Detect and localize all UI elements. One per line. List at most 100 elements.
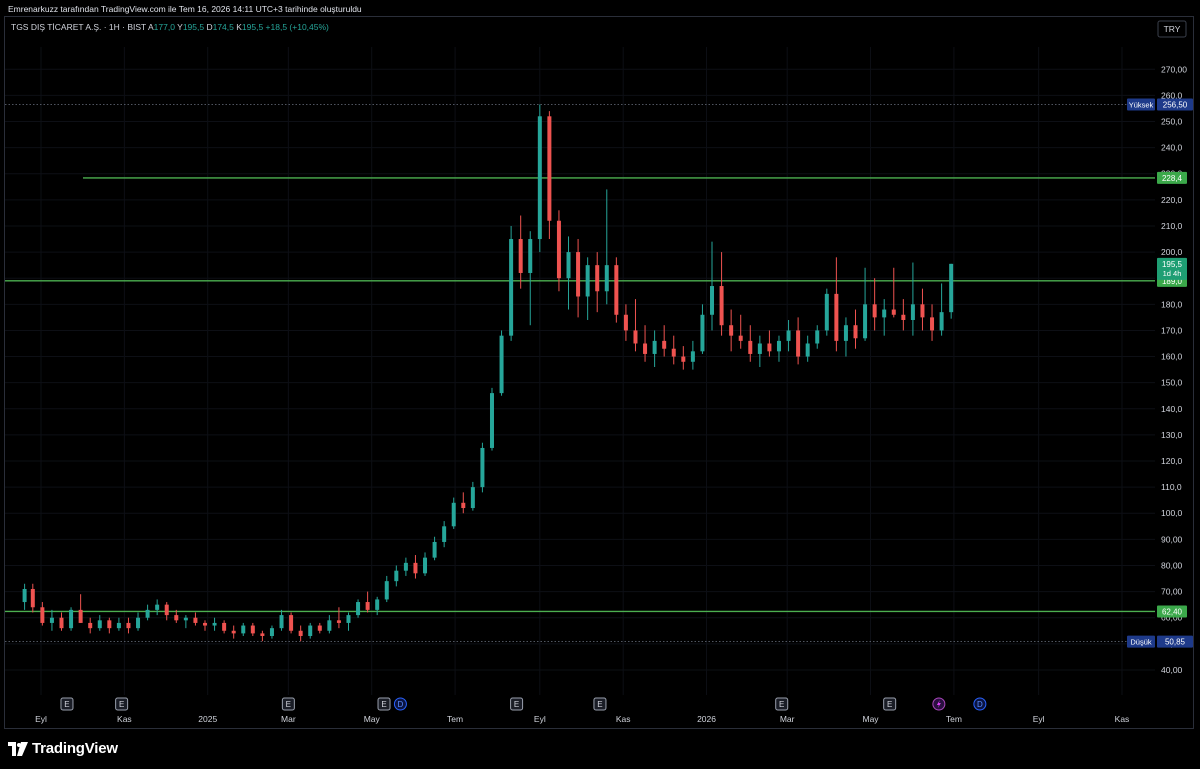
chart-panel[interactable]: 40,0050,0060,0070,0080,0090,00100,0110,0…: [4, 16, 1194, 729]
candle-down[interactable]: [748, 340, 753, 354]
candle-up[interactable]: [882, 309, 887, 318]
candle-up[interactable]: [183, 617, 188, 621]
candle-up[interactable]: [509, 239, 514, 336]
candle-down[interactable]: [595, 265, 600, 292]
candle-up[interactable]: [69, 609, 74, 629]
candle-up[interactable]: [403, 562, 408, 571]
candle-down[interactable]: [872, 304, 877, 318]
candle-down[interactable]: [834, 293, 839, 341]
candle-down[interactable]: [365, 602, 370, 610]
candle-up[interactable]: [432, 541, 437, 558]
candle-up[interactable]: [939, 312, 944, 331]
candle-up[interactable]: [22, 588, 27, 603]
candle-up[interactable]: [212, 622, 217, 626]
candle-down[interactable]: [662, 340, 667, 349]
candle-down[interactable]: [901, 314, 906, 320]
candle-down[interactable]: [222, 622, 227, 631]
candle-up[interactable]: [442, 526, 447, 542]
candle-down[interactable]: [681, 356, 686, 362]
candle-up[interactable]: [269, 628, 274, 636]
candle-up[interactable]: [499, 335, 504, 394]
candle-down[interactable]: [738, 335, 743, 341]
candle-down[interactable]: [298, 630, 303, 636]
candle-down[interactable]: [614, 265, 619, 315]
candle-up[interactable]: [537, 116, 542, 240]
candle-down[interactable]: [30, 588, 35, 608]
candle-up[interactable]: [145, 609, 150, 618]
candle-up[interactable]: [423, 557, 428, 574]
candle-down[interactable]: [796, 330, 801, 357]
candle-up[interactable]: [815, 330, 820, 344]
tradingview-logo[interactable]: TradingView: [8, 740, 118, 757]
candle-up[interactable]: [327, 620, 332, 631]
candle-up[interactable]: [786, 330, 791, 341]
candle-up[interactable]: [480, 447, 485, 488]
candle-down[interactable]: [88, 622, 93, 629]
candle-up[interactable]: [155, 604, 160, 610]
candle-down[interactable]: [633, 330, 638, 344]
candle-up[interactable]: [700, 314, 705, 352]
candle-up[interactable]: [843, 325, 848, 341]
candle-down[interactable]: [719, 286, 724, 326]
candlestick-chart[interactable]: 40,0050,0060,0070,0080,0090,00100,0110,0…: [5, 17, 1193, 728]
candle-down[interactable]: [174, 615, 179, 621]
candle-up[interactable]: [824, 293, 829, 331]
candle-up[interactable]: [49, 617, 54, 623]
candle-down[interactable]: [576, 252, 581, 297]
candle-up[interactable]: [757, 343, 762, 354]
candle-up[interactable]: [308, 625, 313, 636]
candle-up[interactable]: [566, 252, 571, 279]
candle-down[interactable]: [202, 622, 207, 626]
candle-up[interactable]: [346, 615, 351, 623]
candle-up[interactable]: [710, 286, 715, 315]
candle-up[interactable]: [470, 487, 475, 509]
candle-down[interactable]: [643, 343, 648, 354]
candle-up[interactable]: [528, 239, 533, 273]
candle-up[interactable]: [384, 581, 389, 600]
candle-down[interactable]: [164, 604, 169, 616]
candle-up[interactable]: [279, 615, 284, 629]
candle-down[interactable]: [289, 615, 294, 631]
candle-up[interactable]: [356, 602, 361, 616]
candle-up[interactable]: [136, 617, 141, 629]
candle-down[interactable]: [920, 304, 925, 318]
candle-up[interactable]: [805, 343, 810, 357]
candle-up[interactable]: [604, 265, 609, 292]
candle-down[interactable]: [413, 562, 418, 574]
candle-down[interactable]: [40, 607, 45, 623]
candle-down[interactable]: [623, 314, 628, 331]
candle-down[interactable]: [59, 617, 64, 629]
candle-up[interactable]: [652, 340, 657, 354]
candle-down[interactable]: [107, 620, 112, 629]
candle-down[interactable]: [78, 609, 83, 623]
candle-up[interactable]: [451, 502, 456, 527]
candle-down[interactable]: [461, 502, 466, 509]
candle-up[interactable]: [949, 263, 954, 313]
candle-down[interactable]: [671, 348, 676, 357]
candle-down[interactable]: [556, 220, 561, 279]
candle-up[interactable]: [97, 620, 102, 629]
candle-up[interactable]: [241, 625, 246, 634]
candle-up[interactable]: [394, 570, 399, 582]
candle-up[interactable]: [776, 340, 781, 352]
candle-down[interactable]: [260, 633, 265, 636]
candle-up[interactable]: [116, 622, 121, 629]
candle-up[interactable]: [585, 265, 590, 297]
candle-down[interactable]: [231, 630, 236, 634]
candle-up[interactable]: [489, 393, 494, 448]
candle-down[interactable]: [930, 317, 935, 331]
candle-down[interactable]: [518, 239, 523, 273]
candle-down[interactable]: [729, 325, 734, 336]
candle-down[interactable]: [193, 617, 198, 623]
candle-down[interactable]: [317, 625, 322, 631]
candle-down[interactable]: [250, 625, 255, 634]
candle-down[interactable]: [126, 622, 131, 629]
candle-up[interactable]: [863, 304, 868, 339]
candle-down[interactable]: [853, 325, 858, 339]
candle-down[interactable]: [891, 309, 896, 315]
candle-down[interactable]: [336, 620, 341, 623]
candle-up[interactable]: [690, 351, 695, 362]
candle-up[interactable]: [375, 599, 380, 610]
candle-up[interactable]: [910, 304, 915, 320]
candle-down[interactable]: [547, 116, 552, 221]
